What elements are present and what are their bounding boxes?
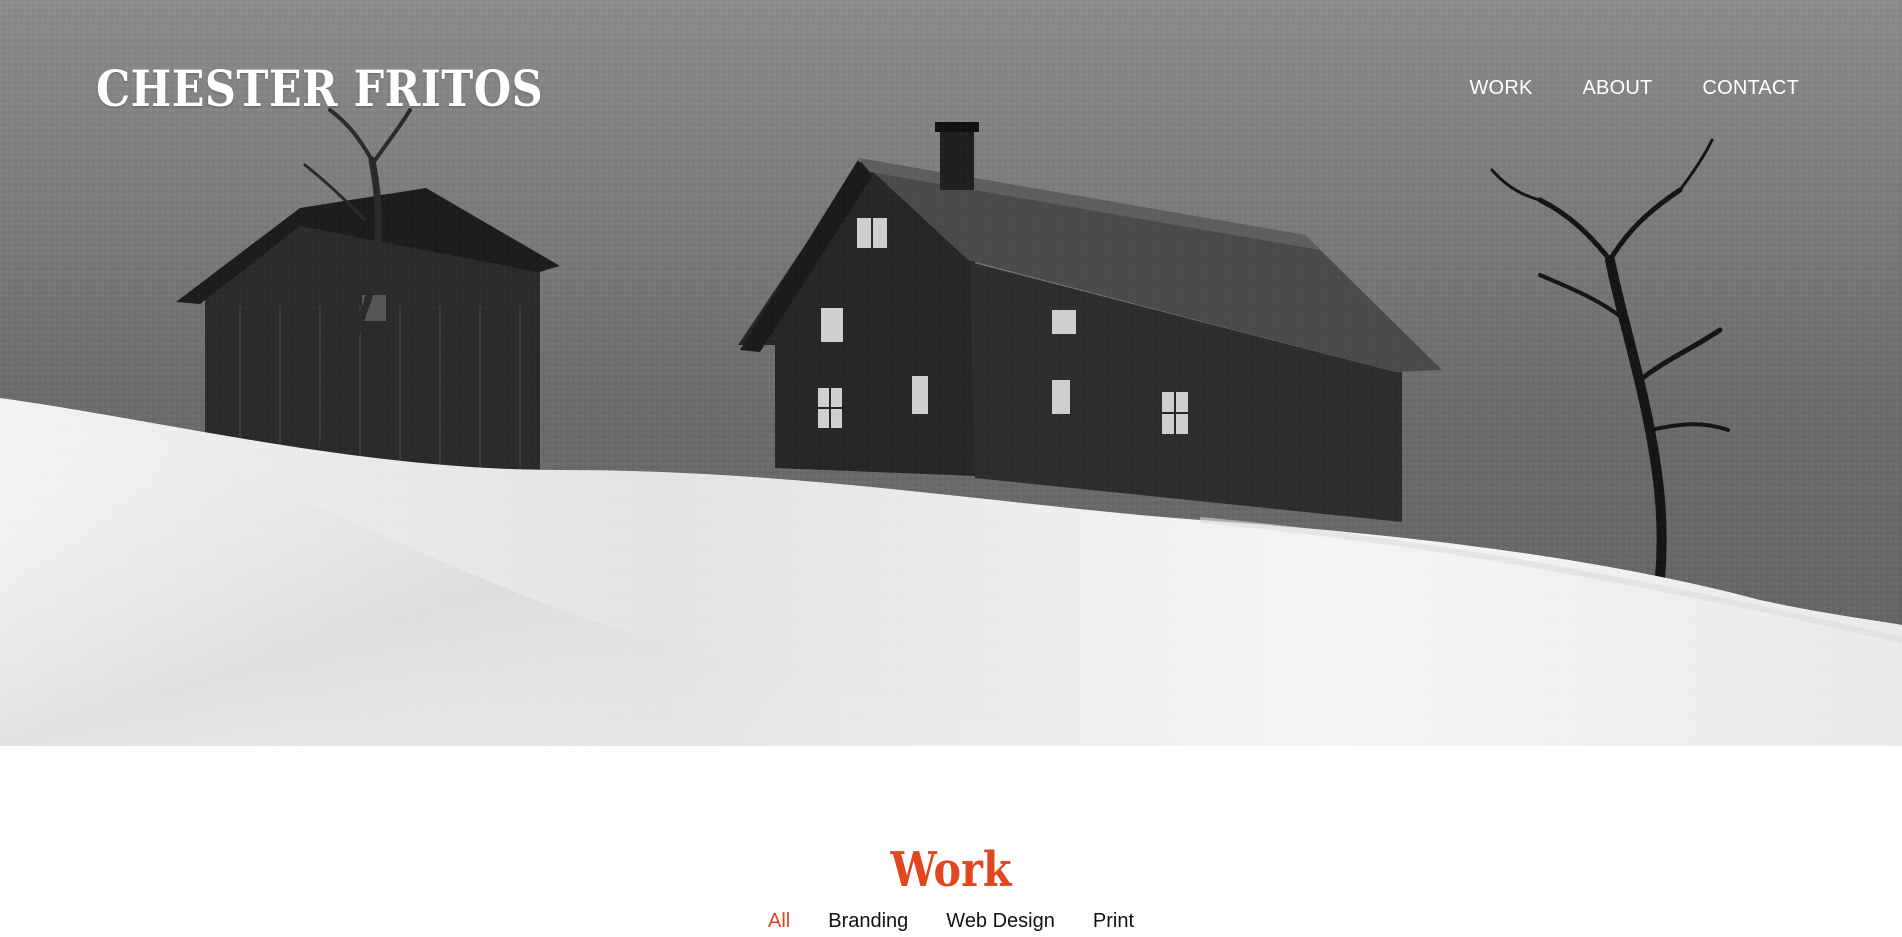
hero-banner: CHESTER FRITOS WORK ABOUT CONTACT bbox=[0, 0, 1902, 746]
filter-all[interactable]: All bbox=[768, 911, 790, 931]
filter-print[interactable]: Print bbox=[1093, 911, 1134, 931]
work-heading: Work bbox=[890, 841, 1012, 898]
nav-link-contact[interactable]: CONTACT bbox=[1702, 78, 1799, 98]
nav-link-work[interactable]: WORK bbox=[1469, 78, 1532, 98]
work-filter-tabs: All Branding Web Design Print bbox=[0, 911, 1902, 931]
filter-web-design[interactable]: Web Design bbox=[946, 911, 1055, 931]
nav-link-about[interactable]: ABOUT bbox=[1583, 78, 1653, 98]
main-nav: WORK ABOUT CONTACT bbox=[1469, 78, 1799, 98]
filter-branding[interactable]: Branding bbox=[828, 911, 908, 931]
site-logo[interactable]: CHESTER FRITOS bbox=[96, 64, 543, 114]
